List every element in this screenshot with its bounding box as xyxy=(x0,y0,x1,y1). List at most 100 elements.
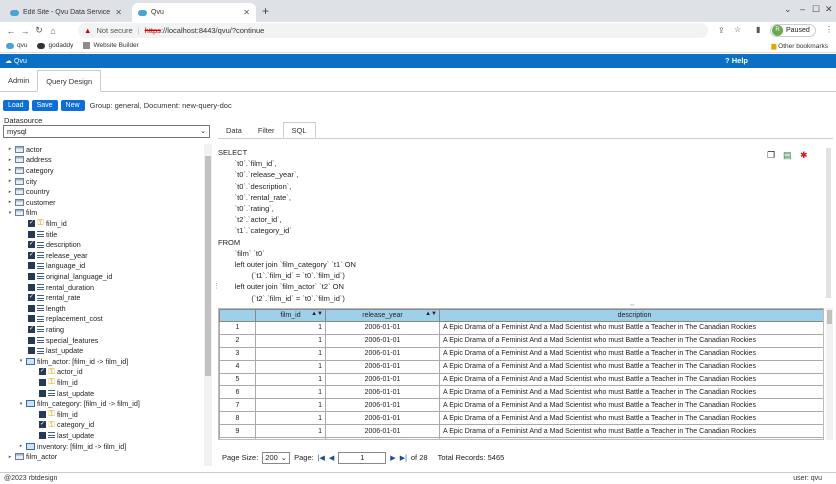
field-checkbox[interactable]: ✓ xyxy=(39,421,46,429)
scrollbar-thumb[interactable] xyxy=(827,310,832,324)
table-row[interactable]: 1012006-01-01A Epic Drama of a Feminist … xyxy=(219,437,823,439)
tree-field-item[interactable]: ⚿ film_id xyxy=(39,409,78,420)
field-checkbox[interactable]: ✓ xyxy=(28,219,35,227)
page-input[interactable]: 1 xyxy=(338,451,387,464)
bookmark-godaddy[interactable]: godaddy xyxy=(37,42,73,49)
tree-field-item[interactable]: original_language_id xyxy=(28,271,112,282)
browser-tab-edit-site[interactable]: Edit Site - Qvu Data Service ✕ xyxy=(4,3,128,22)
tab-sql[interactable]: SQL xyxy=(282,122,316,138)
tree-table-item[interactable]: ▾ film xyxy=(7,208,37,219)
chevron-down-icon[interactable]: ⌄ xyxy=(784,4,792,15)
field-checkbox[interactable] xyxy=(28,272,35,280)
field-checkbox[interactable]: ✓ xyxy=(39,368,46,376)
minimize-icon[interactable]: – xyxy=(800,4,805,14)
tree-field-item[interactable]: ✓ rating xyxy=(28,324,64,335)
new-button[interactable]: New xyxy=(60,99,85,111)
forward-icon[interactable]: → xyxy=(18,26,32,36)
field-checkbox[interactable]: ✓ xyxy=(28,325,35,333)
load-button[interactable]: Load xyxy=(3,99,29,111)
tree-field-item[interactable]: last_update xyxy=(28,345,83,356)
reload-icon[interactable]: ↻ xyxy=(32,25,46,36)
close-window-icon[interactable]: ✕ xyxy=(825,4,833,15)
tree-relation-item[interactable]: ▾ film_category: [film_id -> film_id] xyxy=(18,398,140,409)
first-page-icon[interactable]: |◀ xyxy=(318,454,325,462)
tree-field-item[interactable]: title xyxy=(28,229,57,240)
tree-table-item[interactable]: ▸ actor xyxy=(7,144,42,155)
tab-query-design[interactable]: Query Design xyxy=(37,70,102,92)
tab-data[interactable]: Data xyxy=(218,122,250,138)
expand-icon[interactable]: ▸ xyxy=(7,199,13,205)
help-button[interactable]: ? Help xyxy=(725,56,748,65)
expand-icon[interactable]: ▸ xyxy=(18,443,24,449)
collapse-icon[interactable]: ▾ xyxy=(7,210,13,216)
tree-field-item[interactable]: last_update xyxy=(39,388,94,399)
share-icon[interactable]: ⇪ xyxy=(718,26,725,35)
tree-field-item[interactable]: ✓ rental_rate xyxy=(28,292,80,303)
field-checkbox[interactable] xyxy=(39,378,46,386)
field-checkbox[interactable]: ✓ xyxy=(28,294,35,302)
tree-table-item[interactable]: ▸ category xyxy=(7,165,54,176)
scrollbar-thumb[interactable] xyxy=(826,148,831,298)
expand-icon[interactable]: ▸ xyxy=(7,454,13,460)
table-row[interactable]: 2 1 2006-01-01 A Epic Drama of a Feminist A… xyxy=(219,333,823,348)
tree-field-item[interactable]: rental_duration xyxy=(28,282,94,293)
tree-field-item[interactable]: ✓ ⚿ actor_id xyxy=(39,367,83,378)
collapse-icon[interactable]: ▾ xyxy=(18,358,24,364)
tree-field-item[interactable]: ✓ ⚿ category_id xyxy=(39,420,94,431)
tree-field-item[interactable]: special_features xyxy=(28,335,98,346)
collapse-icon[interactable]: ▾ xyxy=(18,401,24,407)
page-size-select[interactable]: 200 ⌄ xyxy=(262,451,291,464)
field-checkbox[interactable] xyxy=(39,389,46,397)
tree-table-item[interactable]: ▸ address xyxy=(7,155,52,166)
field-checkbox[interactable] xyxy=(28,230,35,238)
column-header-film-id[interactable]: film_id ▲▼ xyxy=(255,309,326,322)
tree-field-item[interactable]: ✓ description xyxy=(28,239,81,250)
grid-scrollbar[interactable] xyxy=(826,308,833,440)
save-button[interactable]: Save xyxy=(31,99,58,111)
field-checkbox[interactable] xyxy=(28,347,35,355)
star-icon[interactable]: ☆ xyxy=(734,25,741,34)
field-checkbox[interactable]: ✓ xyxy=(28,241,35,249)
datasource-select[interactable]: mysql ⌄ xyxy=(3,125,210,138)
back-icon[interactable]: ← xyxy=(4,26,18,36)
expand-icon[interactable]: ▸ xyxy=(7,178,13,184)
expand-icon[interactable]: ▸ xyxy=(7,189,13,195)
profile-button[interactable]: R Paused xyxy=(770,24,816,37)
previous-page-icon[interactable]: ◀ xyxy=(329,454,334,462)
bookmark-qvu[interactable]: qvu xyxy=(6,42,27,49)
close-tab-icon[interactable]: ✕ xyxy=(243,8,250,17)
tree-field-item[interactable]: ✓ ⚿ film_id xyxy=(28,218,67,229)
field-checkbox[interactable] xyxy=(39,410,46,418)
table-row[interactable]: 7 1 2006-01-01 A Epic Drama of a Feminist A… xyxy=(219,398,823,413)
tree-table-item[interactable]: ▸ film_actor xyxy=(7,451,57,462)
sort-icon[interactable]: ▲▼ xyxy=(425,311,437,317)
tree-field-item[interactable]: ✓ release_year xyxy=(28,250,88,261)
tree-relation-item[interactable]: ▾ film_actor: [film_id -> film_id] xyxy=(18,356,129,367)
table-row[interactable]: 8 1 2006-01-01 A Epic Drama of a Feminist A… xyxy=(219,411,823,426)
sidebar-icon[interactable]: ▮ xyxy=(756,25,760,34)
next-page-icon[interactable]: ▶ xyxy=(390,454,395,462)
tab-filter[interactable]: Filter xyxy=(250,122,283,138)
table-row[interactable]: 3 1 2006-01-01 A Epic Drama of a Feminist A… xyxy=(219,346,823,361)
tree-table-item[interactable]: ▸ country xyxy=(7,186,50,197)
tree-table-item[interactable]: ▸ customer xyxy=(7,197,56,208)
sort-icon[interactable]: ▲▼ xyxy=(311,311,323,317)
table-row[interactable]: 6 1 2006-01-01 A Epic Drama of a Feminist A… xyxy=(219,385,823,400)
field-checkbox[interactable] xyxy=(28,336,35,344)
field-checkbox[interactable] xyxy=(28,283,35,291)
tree-table-item[interactable]: ▸ city xyxy=(7,176,37,187)
maximize-icon[interactable]: ☐ xyxy=(812,4,820,15)
url-field[interactable]: ▲ Not secure | https://localhost:8443/qv… xyxy=(78,23,708,38)
home-icon[interactable]: ⌂ xyxy=(46,26,60,36)
tree-field-item[interactable]: last_update xyxy=(39,430,94,441)
field-checkbox[interactable]: ✓ xyxy=(28,251,35,259)
column-header-description[interactable]: description xyxy=(439,309,823,322)
field-checkbox[interactable] xyxy=(39,431,46,439)
column-header-release-year[interactable]: release_year ▲▼ xyxy=(325,309,440,322)
table-row[interactable]: 1 1 2006-01-01 A Epic Drama of a Feminist A… xyxy=(219,321,823,335)
tree-scrollbar[interactable] xyxy=(204,144,212,466)
table-row[interactable]: 5 1 2006-01-01 A Epic Drama of a Feminist A… xyxy=(219,372,823,387)
tree-field-item[interactable]: length xyxy=(28,303,66,314)
expand-icon[interactable]: ▸ xyxy=(7,146,13,152)
tab-admin[interactable]: Admin xyxy=(0,70,37,91)
